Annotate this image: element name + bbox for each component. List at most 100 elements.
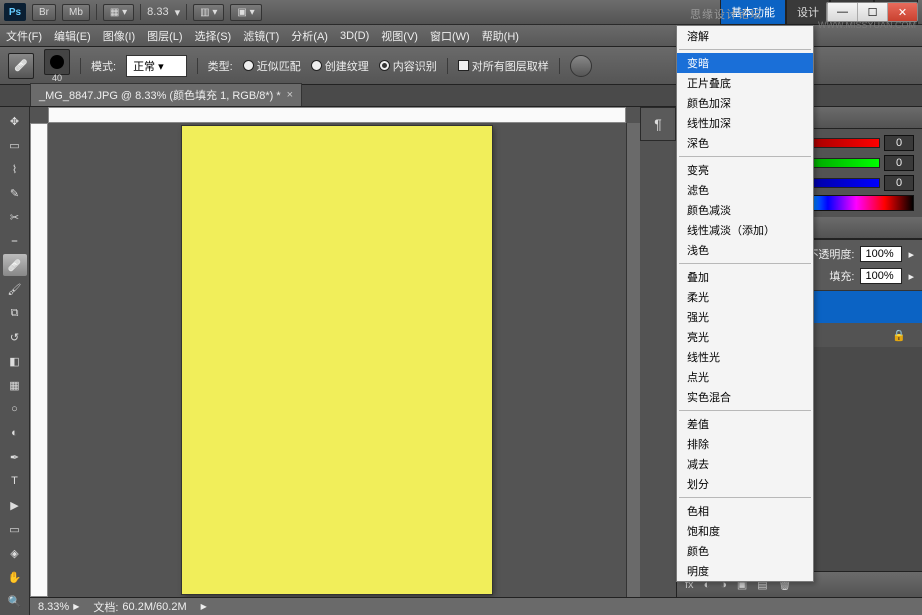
document-close-icon[interactable]: × — [287, 89, 293, 101]
blend-浅色[interactable]: 浅色 — [677, 240, 813, 260]
lasso-tool[interactable]: ⌇ — [3, 158, 27, 180]
maximize-button[interactable]: ☐ — [857, 3, 887, 21]
mode-select[interactable]: 正常 ▾ — [126, 55, 187, 77]
value-b[interactable]: 0 — [884, 175, 914, 191]
blend-颜色[interactable]: 颜色 — [677, 541, 813, 561]
type-label: 类型: — [208, 58, 233, 74]
canvas-document[interactable] — [182, 126, 492, 594]
blend-深色[interactable]: 深色 — [677, 133, 813, 153]
minibridge-button[interactable]: Mb — [62, 4, 90, 21]
ruler-vertical[interactable] — [30, 123, 48, 597]
quick-select-tool[interactable]: ✎ — [3, 182, 27, 204]
collapsed-panel-history[interactable]: ¶ — [640, 107, 676, 141]
eyedropper-tool[interactable]: ⎯ — [3, 230, 27, 252]
blend-实色混合[interactable]: 实色混合 — [677, 387, 813, 407]
ruler-horizontal[interactable] — [48, 107, 626, 123]
menu-view[interactable]: 视图(V) — [381, 28, 418, 44]
menu-image[interactable]: 图像(I) — [103, 28, 135, 44]
pen-tool[interactable]: ✒ — [3, 446, 27, 468]
fill-field[interactable]: 100% — [860, 268, 902, 284]
checkbox-sample-all-layers[interactable]: 对所有图层取样 — [458, 58, 549, 74]
view-extras-button[interactable]: ▦ ▾ — [103, 4, 134, 21]
blend-线性加深[interactable]: 线性加深 — [677, 113, 813, 133]
blend-颜色加深[interactable]: 颜色加深 — [677, 93, 813, 113]
arrange-docs-button[interactable]: ▥ ▾ — [193, 4, 224, 21]
hand-tool[interactable]: ✋ — [3, 566, 27, 588]
healing-tool-icon[interactable]: 🩹 — [8, 53, 34, 79]
blend-划分[interactable]: 划分 — [677, 474, 813, 494]
top-zoom[interactable]: 8.33 — [147, 6, 168, 18]
blend-点光[interactable]: 点光 — [677, 367, 813, 387]
blend-饱和度[interactable]: 饱和度 — [677, 521, 813, 541]
blend-亮光[interactable]: 亮光 — [677, 327, 813, 347]
menu-3d[interactable]: 3D(D) — [340, 30, 369, 42]
status-doc-label: 文档: — [93, 599, 118, 615]
blend-线性减淡（添加）[interactable]: 线性减淡（添加） — [677, 220, 813, 240]
gradient-tool[interactable]: ▦ — [3, 374, 27, 396]
fill-label: 填充: — [829, 268, 854, 284]
radio-content-aware[interactable]: 内容识别 — [379, 58, 437, 74]
history-panel-icon: ¶ — [654, 116, 662, 132]
blend-dissolve[interactable]: 溶解 — [677, 26, 813, 46]
menu-edit[interactable]: 编辑(E) — [54, 28, 91, 44]
blend-变暗[interactable]: 变暗 — [677, 53, 813, 73]
mode-label: 模式: — [91, 58, 116, 74]
blend-强光[interactable]: 强光 — [677, 307, 813, 327]
blend-明度[interactable]: 明度 — [677, 561, 813, 581]
minimize-button[interactable]: — — [827, 3, 857, 21]
path-select-tool[interactable]: ▶ — [3, 494, 27, 516]
blend-减去[interactable]: 减去 — [677, 454, 813, 474]
crop-tool[interactable]: ✂ — [3, 206, 27, 228]
value-r[interactable]: 0 — [884, 135, 914, 151]
radio-create-texture[interactable]: 创建纹理 — [311, 58, 369, 74]
blend-叠加[interactable]: 叠加 — [677, 267, 813, 287]
blend-线性光[interactable]: 线性光 — [677, 347, 813, 367]
document-tab-label: _MG_8847.JPG @ 8.33% (颜色填充 1, RGB/8*) * — [39, 87, 281, 103]
document-tab[interactable]: _MG_8847.JPG @ 8.33% (颜色填充 1, RGB/8*) * … — [30, 83, 302, 106]
type-tool[interactable]: T — [3, 470, 27, 492]
radio-proximity-match[interactable]: 近似匹配 — [243, 58, 301, 74]
value-g[interactable]: 0 — [884, 155, 914, 171]
menu-file[interactable]: 文件(F) — [6, 28, 42, 44]
blend-差值[interactable]: 差值 — [677, 414, 813, 434]
healing-tool[interactable]: 🩹 — [3, 254, 27, 276]
blend-变亮[interactable]: 变亮 — [677, 160, 813, 180]
eraser-tool[interactable]: ◧ — [3, 350, 27, 372]
bridge-button[interactable]: Br — [32, 4, 56, 21]
stamp-tool[interactable]: ⧉ — [3, 302, 27, 324]
menu-analysis[interactable]: 分析(A) — [291, 28, 328, 44]
close-button[interactable]: ✕ — [887, 3, 917, 21]
blend-正片叠底[interactable]: 正片叠底 — [677, 73, 813, 93]
dodge-tool[interactable]: ◐ — [3, 422, 27, 444]
blend-滤色[interactable]: 滤色 — [677, 180, 813, 200]
menu-help[interactable]: 帮助(H) — [482, 28, 519, 44]
marquee-tool[interactable]: ▭ — [3, 134, 27, 156]
menu-layer[interactable]: 图层(L) — [147, 28, 182, 44]
menu-filter[interactable]: 滤镜(T) — [243, 28, 279, 44]
status-doc-size: 60.2M/60.2M — [122, 601, 186, 613]
viewport[interactable] — [48, 123, 626, 597]
tools-panel: ✥ ▭ ⌇ ✎ ✂ ⎯ 🩹 🖌 ⧉ ↺ ◧ ▦ ○ ◐ ✒ T ▶ ▭ ◈ ✋ … — [0, 107, 30, 615]
3d-tool[interactable]: ◈ — [3, 542, 27, 564]
blend-色相[interactable]: 色相 — [677, 501, 813, 521]
blend-排除[interactable]: 排除 — [677, 434, 813, 454]
screen-mode-button[interactable]: ▣ ▾ — [230, 4, 261, 21]
status-bar: 8.33%▶ 文档:60.2M/60.2M ▶ — [30, 597, 922, 615]
window-controls: — ☐ ✕ — [826, 2, 918, 22]
menu-select[interactable]: 选择(S) — [195, 28, 232, 44]
zoom-tool[interactable]: 🔍 — [3, 590, 27, 612]
blend-颜色减淡[interactable]: 颜色减淡 — [677, 200, 813, 220]
menu-window[interactable]: 窗口(W) — [430, 28, 470, 44]
brush-tool[interactable]: 🖌 — [3, 278, 27, 300]
history-brush-tool[interactable]: ↺ — [3, 326, 27, 348]
lock-icon[interactable]: 🔒 — [892, 329, 906, 342]
opacity-field[interactable]: 100% — [860, 246, 902, 262]
brush-preview[interactable] — [44, 49, 70, 75]
status-zoom[interactable]: 8.33% — [38, 601, 69, 613]
pressure-button[interactable] — [570, 55, 592, 77]
blend-柔光[interactable]: 柔光 — [677, 287, 813, 307]
move-tool[interactable]: ✥ — [3, 110, 27, 132]
scrollbar-vertical[interactable] — [626, 123, 640, 597]
blur-tool[interactable]: ○ — [3, 398, 27, 420]
shape-tool[interactable]: ▭ — [3, 518, 27, 540]
